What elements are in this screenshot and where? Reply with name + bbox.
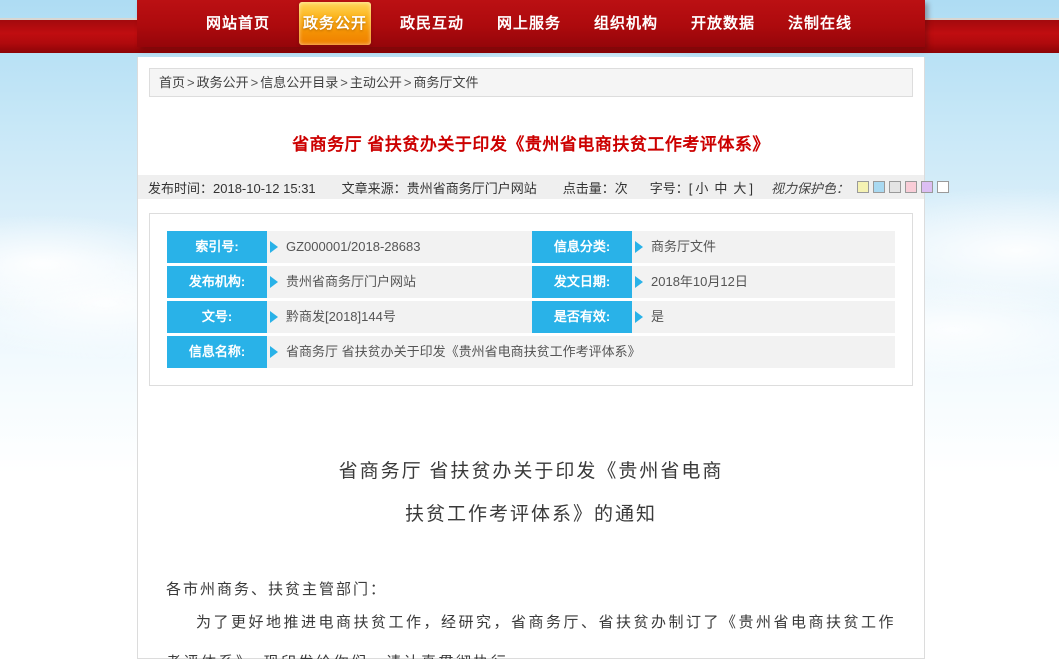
info-value-publisher: 贵州省商务厅门户网站 — [267, 266, 532, 298]
breadcrumb-separator: > — [187, 75, 195, 90]
info-label-doc-number: 文号: — [167, 301, 267, 333]
breadcrumb-info-catalog[interactable]: 信息公开目录 — [260, 75, 338, 90]
info-label-validity: 是否有效: — [532, 301, 632, 333]
font-size-label: 字号： — [650, 181, 689, 196]
document-title-line2: 扶贫工作考评体系》的通知 — [166, 493, 896, 536]
nav-item-online-services[interactable]: 网上服务 — [497, 0, 561, 47]
main-navigation: 网站首页 政务公开 政民互动 网上服务 组织机构 开放数据 法制在线 — [137, 0, 925, 47]
document-title-line1: 省商务厅 省扶贫办关于印发《贵州省电商 — [166, 450, 896, 493]
arrow-right-icon — [635, 311, 643, 323]
article-source-label: 文章来源： — [342, 181, 407, 196]
click-count: 点击量：次 — [563, 178, 628, 197]
font-size-medium-button[interactable]: 中 — [714, 181, 727, 196]
eye-color-swatch-yellow[interactable] — [857, 181, 869, 193]
font-size-bracket: [ — [689, 181, 693, 196]
eye-color-swatch-white[interactable] — [937, 181, 949, 193]
info-label-text: 是否有效: — [554, 309, 610, 324]
publish-time: 发布时间：2018-10-12 15:31 — [148, 178, 316, 197]
eye-protect-swatches — [853, 181, 949, 193]
eye-color-swatch-blue[interactable] — [873, 181, 885, 193]
arrow-right-icon — [270, 346, 278, 358]
info-value-doc-number: 黔商发[2018]144号 — [267, 301, 532, 333]
breadcrumb-gov-disclosure[interactable]: 政务公开 — [197, 75, 249, 90]
nav-item-public-interaction[interactable]: 政民互动 — [400, 0, 464, 47]
nav-item-organization[interactable]: 组织机构 — [594, 0, 658, 47]
nav-item-gov-disclosure[interactable]: 政务公开 — [299, 2, 371, 45]
breadcrumb-separator: > — [340, 75, 348, 90]
info-label-text: 信息分类: — [554, 239, 610, 254]
content-panel: 首页>政务公开>信息公开目录>主动公开>商务厅文件 省商务厅 省扶贫办关于印发《… — [137, 57, 925, 659]
info-value-issue-date: 2018年10月12日 — [632, 266, 895, 298]
arrow-right-icon — [635, 276, 643, 288]
info-label-info-name: 信息名称: — [167, 336, 267, 368]
eye-color-swatch-gray[interactable] — [889, 181, 901, 193]
document-paragraph: 为了更好地推进电商扶贫工作，经研究，省商务厅、省扶贫办制订了《贵州省电商扶贫工作… — [166, 603, 896, 659]
arrow-right-icon — [270, 241, 278, 253]
eye-color-swatch-purple[interactable] — [921, 181, 933, 193]
eye-protect-label: 视力保护色： — [771, 178, 849, 197]
font-size-small-button[interactable]: 小 — [695, 181, 708, 196]
click-count-value: 次 — [615, 181, 628, 196]
info-value-index-number: GZ000001/2018-28683 — [267, 231, 532, 263]
page-title: 省商务厅 省扶贫办关于印发《贵州省电商扶贫工作考评体系》 — [138, 130, 924, 155]
nav-item-legal-online[interactable]: 法制在线 — [788, 0, 852, 47]
breadcrumb-separator: > — [404, 75, 412, 90]
breadcrumb-home[interactable]: 首页 — [159, 75, 185, 90]
breadcrumb-proactive-disclosure[interactable]: 主动公开 — [350, 75, 402, 90]
document-body: 省商务厅 省扶贫办关于印发《贵州省电商 扶贫工作考评体系》的通知 各市州商务、扶… — [138, 386, 924, 659]
breadcrumb-dept-documents[interactable]: 商务厅文件 — [413, 75, 478, 90]
info-label-info-category: 信息分类: — [532, 231, 632, 263]
document-salutation: 各市州商务、扶贫主管部门： — [166, 578, 896, 599]
arrow-right-icon — [270, 276, 278, 288]
breadcrumb: 首页>政务公开>信息公开目录>主动公开>商务厅文件 — [149, 68, 913, 97]
info-value-validity: 是 — [632, 301, 895, 333]
info-label-text: 发文日期: — [554, 274, 610, 289]
info-label-text: 发布机构: — [189, 274, 245, 289]
article-meta-bar: 发布时间：2018-10-12 15:31 文章来源：贵州省商务厅门户网站 点击… — [138, 175, 924, 199]
info-label-text: 文号: — [202, 309, 232, 324]
info-label-publisher: 发布机构: — [167, 266, 267, 298]
font-size-control: 字号：[小中大] — [650, 178, 753, 197]
eye-color-swatch-pink[interactable] — [905, 181, 917, 193]
document-info-table: 索引号: GZ000001/2018-28683 信息分类: 商务厅文件 发布机… — [167, 231, 895, 368]
nav-item-home[interactable]: 网站首页 — [206, 0, 270, 47]
breadcrumb-separator: > — [251, 75, 259, 90]
info-label-issue-date: 发文日期: — [532, 266, 632, 298]
info-value-info-name: 省商务厅 省扶贫办关于印发《贵州省电商扶贫工作考评体系》 — [267, 336, 895, 368]
info-label-text: 索引号: — [195, 239, 238, 254]
info-label-index-number: 索引号: — [167, 231, 267, 263]
arrow-right-icon — [635, 241, 643, 253]
info-label-text: 信息名称: — [189, 344, 245, 359]
nav-item-open-data[interactable]: 开放数据 — [691, 0, 755, 47]
publish-time-value: 2018-10-12 15:31 — [213, 181, 316, 196]
publish-time-label: 发布时间： — [148, 181, 213, 196]
arrow-right-icon — [270, 311, 278, 323]
article-source-value: 贵州省商务厅门户网站 — [407, 181, 537, 196]
info-value-info-category: 商务厅文件 — [632, 231, 895, 263]
font-size-bracket: ] — [749, 181, 753, 196]
click-count-label: 点击量： — [563, 181, 615, 196]
font-size-large-button[interactable]: 大 — [733, 181, 746, 196]
article-source: 文章来源：贵州省商务厅门户网站 — [342, 178, 537, 197]
document-info-box: 索引号: GZ000001/2018-28683 信息分类: 商务厅文件 发布机… — [149, 213, 913, 386]
